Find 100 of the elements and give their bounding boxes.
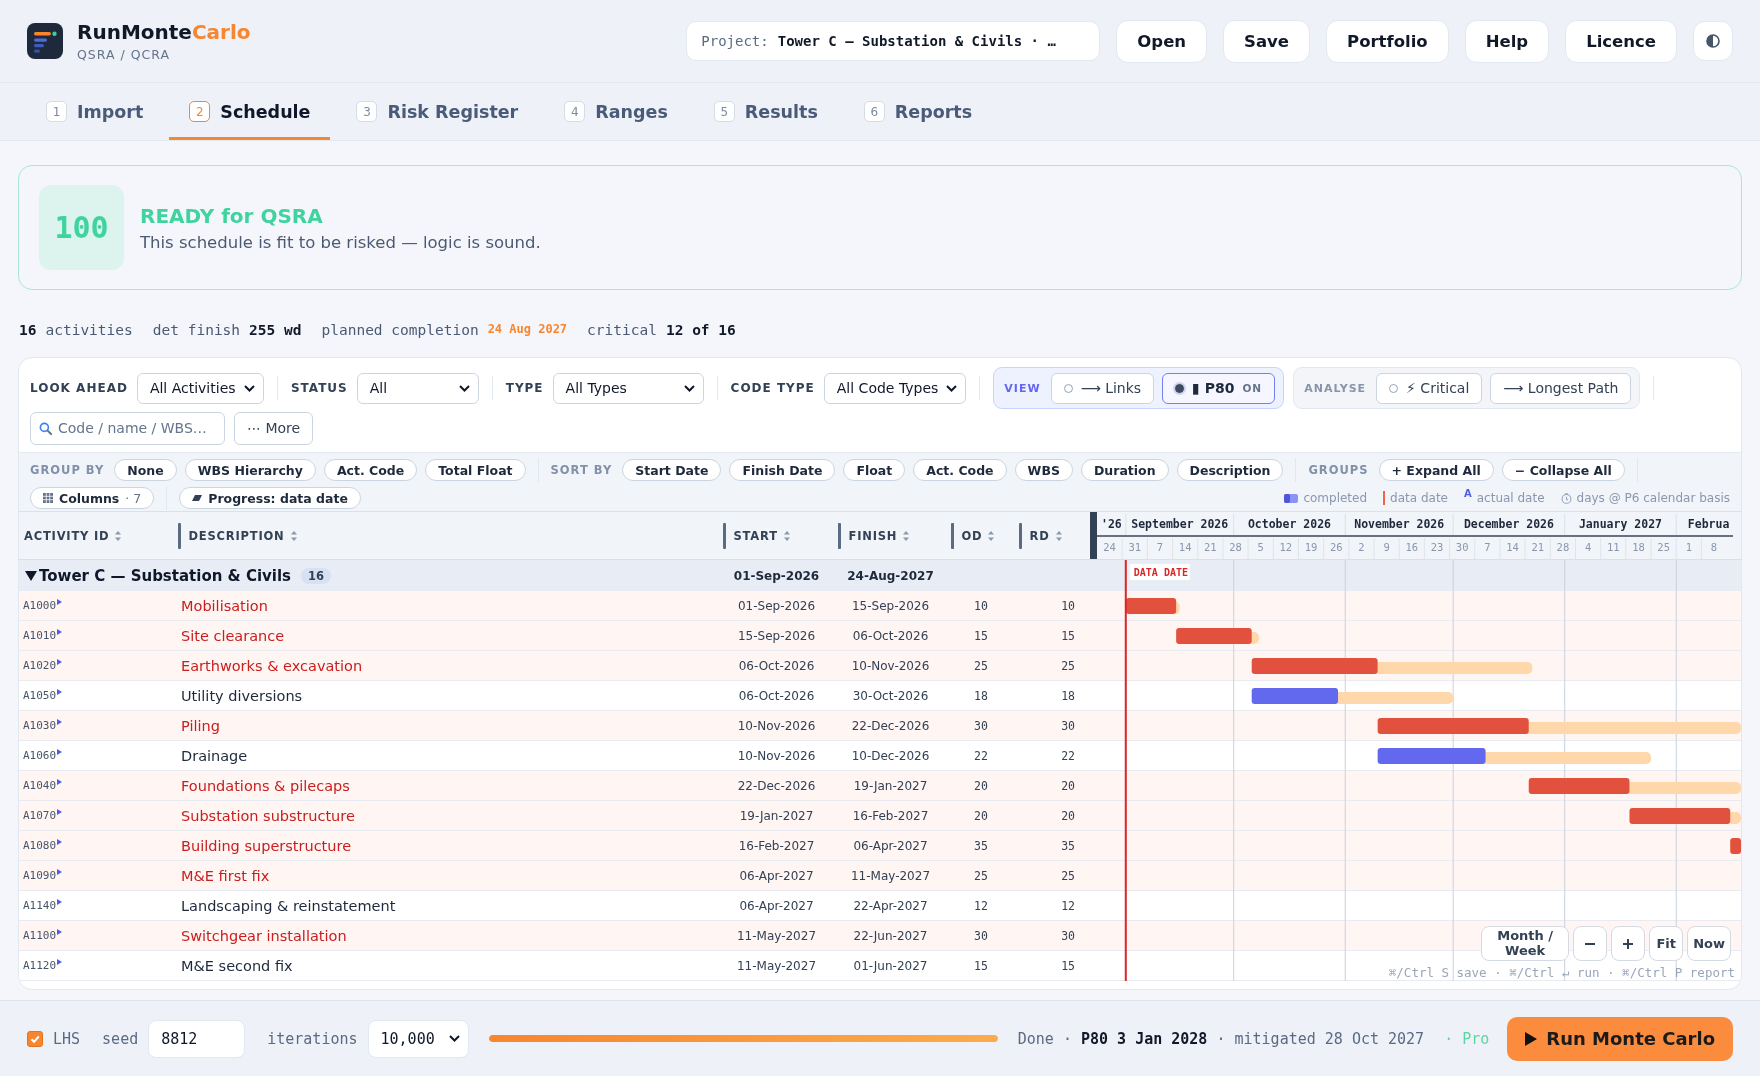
group-name: Tower C — Substation & Civils — [39, 566, 292, 585]
column-header[interactable]: FINISH — [846, 528, 912, 543]
column-header[interactable]: OD — [959, 528, 997, 543]
caret-icon[interactable] — [25, 570, 37, 581]
finish-date: 30-Oct-2026 — [852, 688, 929, 703]
activity-id: A1140 — [23, 899, 57, 912]
shortcut-hint: ⌘/Ctrl S save · ⌘/Ctrl ↵ run · ⌘/Ctrl P report — [1388, 965, 1735, 980]
seed-label: seed — [102, 1029, 139, 1048]
theme-toggle-button[interactable] — [1693, 21, 1733, 61]
toggle-button[interactable]: ⚡ Critical — [1376, 372, 1483, 404]
start-date: 19-Jan-2027 — [739, 808, 814, 823]
start-date: 22-Dec-2026 — [737, 778, 816, 793]
play-icon — [1525, 1031, 1538, 1046]
tab[interactable]: 4 Ranges — [544, 83, 688, 140]
week-label: 30 — [1455, 541, 1469, 553]
table-row[interactable]: A1070 Substation substructure 19-Jan-2027 16-Feb-2027 20 20 — [19, 801, 1097, 831]
month-label: Februa — [1687, 517, 1730, 531]
readiness-message: This schedule is fit to be risked — logic is sound. — [140, 232, 541, 252]
group-action-chip[interactable]: + Expand All — [1378, 459, 1494, 481]
readiness-title: READY for QSRA — [140, 203, 324, 228]
lhs-checkbox[interactable] — [27, 1030, 43, 1047]
tab[interactable]: 2 Schedule — [169, 83, 331, 140]
splitter-handle[interactable] — [1090, 512, 1097, 559]
sort-chip[interactable]: WBS — [1014, 459, 1073, 481]
table-row[interactable]: A1010 Site clearance 15-Sep-2026 06-Oct-2026 15 15 — [19, 621, 1097, 651]
tab[interactable]: 3 Risk Register — [336, 83, 539, 140]
seed-input[interactable]: 8812 — [148, 1019, 246, 1058]
action-button[interactable]: ⟶ Longest Path — [1490, 372, 1632, 404]
group-action-chip[interactable]: − Collapse All — [1501, 459, 1625, 481]
column-header[interactable]: DESCRIPTION — [186, 528, 299, 543]
header-button[interactable]: Open — [1116, 19, 1208, 63]
activity-name: Drainage — [180, 747, 248, 764]
group-by-chip[interactable]: None — [114, 459, 177, 481]
project-selector[interactable]: Project: Tower C — Substation & Civils · … — [686, 21, 1101, 61]
table-row[interactable]: A1040 Foundations & pilecaps 22-Dec-2026 19-Jan-2027 20 20 — [19, 771, 1097, 801]
more-button[interactable]: ⋯ More — [234, 411, 314, 445]
remaining-duration: 22 — [1061, 748, 1075, 763]
sort-chip[interactable]: Act. Code — [913, 459, 1007, 481]
table-row[interactable]: A1020 Earthworks & excavation 06-Oct-2026 10-Nov-2026 25 25 — [19, 651, 1097, 681]
dropdown[interactable]: All Code Types — [823, 372, 967, 404]
scale-button[interactable]: Month / Week — [1481, 926, 1570, 961]
sort-chip[interactable]: Duration — [1080, 459, 1169, 481]
activity-name: Mobilisation — [180, 597, 268, 614]
header-button[interactable]: Save — [1223, 19, 1311, 63]
iterations-dropdown[interactable]: 10,000 — [367, 1019, 469, 1058]
sort-chip[interactable]: Description — [1176, 459, 1284, 481]
chevron-down-icon — [683, 384, 695, 392]
dropdown[interactable]: All Activities — [136, 372, 264, 404]
filter-label: STATUS — [290, 381, 348, 395]
fit-button[interactable]: Fit — [1649, 926, 1684, 961]
start-date: 01-Sep-2026 — [737, 598, 816, 613]
table-row[interactable]: A1030 Piling 10-Nov-2026 22-Dec-2026 30 30 — [19, 711, 1097, 741]
header-button[interactable]: Portfolio — [1326, 19, 1449, 63]
original-duration: 15 — [974, 628, 988, 643]
column-header[interactable]: ACTIVITY ID — [22, 528, 124, 543]
sort-chip[interactable]: Finish Date — [729, 459, 836, 481]
column-header[interactable]: RD — [1027, 528, 1064, 543]
table-row[interactable]: A1090 M&E first fix 06-Apr-2027 11-May-2027 25 25 — [19, 861, 1097, 891]
columns-chip[interactable]: Columns · 7 — [30, 487, 155, 509]
triangle-marker-icon — [57, 929, 63, 935]
start-date: 06-Oct-2026 — [738, 658, 815, 673]
triangle-marker-icon — [57, 839, 63, 845]
table-row[interactable]: A1000 Mobilisation 01-Sep-2026 15-Sep-2026 10 10 — [19, 591, 1097, 621]
dropdown[interactable]: All — [356, 372, 479, 404]
finish-date: 19-Jan-2027 — [853, 778, 928, 793]
column-header[interactable]: START — [731, 528, 792, 543]
group-by-chip[interactable]: Total Float — [425, 459, 526, 481]
sort-chip[interactable]: Start Date — [622, 459, 722, 481]
activity-name: Utility diversions — [180, 687, 303, 704]
run-button[interactable]: Run Monte Carlo — [1507, 1016, 1733, 1061]
sort-icon — [115, 530, 122, 541]
header-button[interactable]: Licence — [1565, 19, 1677, 63]
tab[interactable]: 1 Import — [26, 83, 164, 140]
group-label: ANALYSE — [1304, 381, 1367, 395]
tab[interactable]: 6 Reports — [843, 83, 993, 140]
table-row[interactable]: A1100 Switchgear installation 11-May-2027 22-Jun-2027 30 30 — [19, 921, 1097, 951]
progress-chip[interactable]: Progress: data date — [179, 487, 361, 509]
radio-icon — [1389, 383, 1399, 393]
search-field[interactable]: Code / name / WBS… — [30, 411, 225, 445]
week-label: 28 — [1229, 541, 1242, 553]
parallelogram-icon — [192, 495, 203, 501]
table-row[interactable]: A1080 Building superstructure 16-Feb-2027 06-Apr-2027 35 35 — [19, 831, 1097, 861]
header-button[interactable]: Help — [1464, 19, 1550, 63]
zoom-in-button[interactable] — [1611, 926, 1646, 961]
group-by-chip[interactable]: Act. Code — [323, 459, 418, 481]
toggle-button[interactable]: ▮ P80 ON — [1162, 372, 1276, 404]
tab[interactable]: 5 Results — [693, 83, 838, 140]
legend-label: days @ P6 calendar basis — [1576, 491, 1730, 505]
week-label: 14 — [1178, 541, 1192, 553]
triangle-marker-icon — [57, 749, 63, 755]
contrast-icon — [1706, 34, 1720, 48]
dropdown[interactable]: All Types — [552, 372, 704, 404]
group-by-chip[interactable]: WBS Hierarchy — [184, 459, 316, 481]
remaining-duration: 15 — [1061, 628, 1075, 643]
sort-chip[interactable]: Float — [843, 459, 906, 481]
today-button[interactable]: Now — [1687, 926, 1731, 961]
toggle-button[interactable]: ⟶ Links — [1050, 372, 1155, 404]
week-label: 24 — [1103, 541, 1116, 553]
app-name: RunMonteCarlo — [77, 20, 251, 44]
triangle-marker-icon — [57, 599, 63, 605]
